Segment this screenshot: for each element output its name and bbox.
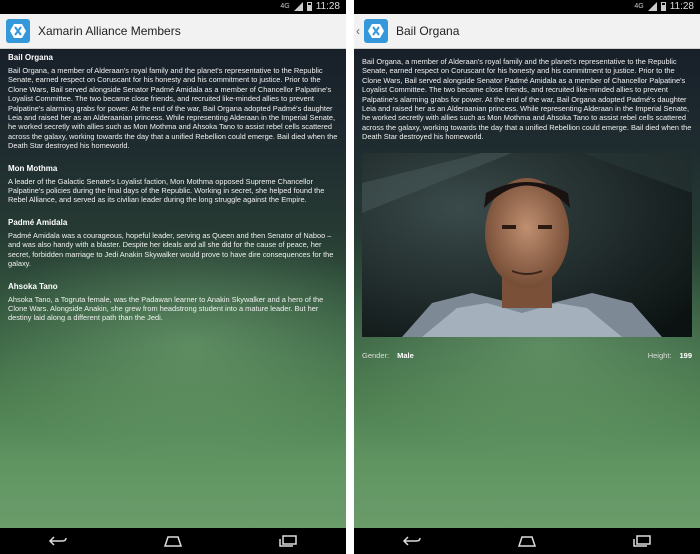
- signal-icon: [647, 2, 657, 11]
- status-bar: 4G 11:28: [354, 0, 700, 14]
- member-bio: Padmé Amidala was a courageous, hopeful …: [8, 230, 334, 269]
- navigation-bar: [354, 528, 700, 554]
- network-label: 4G: [280, 3, 290, 10]
- member-bio: A leader of the Galactic Senate's Loyali…: [8, 176, 325, 205]
- page-title: Bail Organa: [396, 24, 460, 38]
- members-list: Bail Organa Bail Organa, a member of Ald…: [0, 49, 346, 323]
- member-bio: Bail Organa, a member of Alderaan's roya…: [8, 66, 338, 151]
- list-item[interactable]: Bail Organa Bail Organa, a member of Ald…: [8, 53, 338, 151]
- height-value: 199: [679, 350, 692, 360]
- height-field: Height: 199: [648, 351, 692, 360]
- navigation-bar: [0, 528, 346, 554]
- list-item[interactable]: Padmé Amidala Padmé Amidala was a courag…: [8, 218, 338, 269]
- xamarin-logo-icon[interactable]: [364, 19, 388, 43]
- detail-screen: 4G 11:28 ‹ Bail Organa Bail Organa, a me…: [354, 0, 700, 554]
- member-bio: Ahsoka Tano, a Togruta female, was the P…: [8, 294, 324, 323]
- member-detail: Bail Organa, a member of Alderaan's roya…: [354, 49, 700, 360]
- detail-container: Bail Organa, a member of Alderaan's roya…: [354, 49, 700, 528]
- home-icon[interactable]: [159, 532, 187, 550]
- clock: 11:28: [315, 1, 340, 12]
- clock: 11:28: [669, 1, 694, 12]
- member-bio: Bail Organa, a member of Alderaan's roya…: [362, 57, 692, 142]
- height-label: Height:: [647, 350, 672, 360]
- portrait-image: [362, 152, 692, 337]
- gender-label: Gender:: [362, 350, 390, 360]
- gender-field: Gender: Male: [362, 351, 414, 360]
- member-stats: Gender: Male Height: 199: [362, 351, 692, 360]
- gender-value: Male: [397, 350, 414, 360]
- action-bar: Xamarin Alliance Members: [0, 14, 346, 49]
- network-label: 4G: [634, 3, 644, 10]
- list-item[interactable]: Mon Mothma A leader of the Galactic Sena…: [8, 164, 338, 205]
- list-screen: 4G 11:28 Xamarin Alliance Members Bail O…: [0, 0, 346, 554]
- battery-icon: [660, 2, 666, 11]
- back-icon[interactable]: [398, 532, 426, 550]
- signal-icon: [293, 2, 303, 11]
- action-bar: ‹ Bail Organa: [354, 14, 700, 49]
- page-title: Xamarin Alliance Members: [38, 24, 181, 38]
- member-name: Ahsoka Tano: [8, 281, 58, 291]
- back-icon[interactable]: [44, 532, 72, 550]
- battery-icon: [306, 2, 312, 11]
- list-item[interactable]: Ahsoka Tano Ahsoka Tano, a Togruta femal…: [8, 282, 338, 323]
- home-icon[interactable]: [513, 532, 541, 550]
- members-list-container: Bail Organa Bail Organa, a member of Ald…: [0, 49, 346, 528]
- up-caret-icon[interactable]: ‹: [356, 24, 362, 38]
- xamarin-logo-icon[interactable]: [6, 19, 30, 43]
- member-name: Padmé Amidala: [8, 217, 68, 227]
- recents-icon[interactable]: [628, 532, 656, 550]
- recents-icon[interactable]: [274, 532, 302, 550]
- member-name: Bail Organa: [8, 53, 53, 62]
- status-bar: 4G 11:28: [0, 0, 346, 14]
- member-photo: [362, 152, 692, 337]
- member-name: Mon Mothma: [8, 163, 58, 173]
